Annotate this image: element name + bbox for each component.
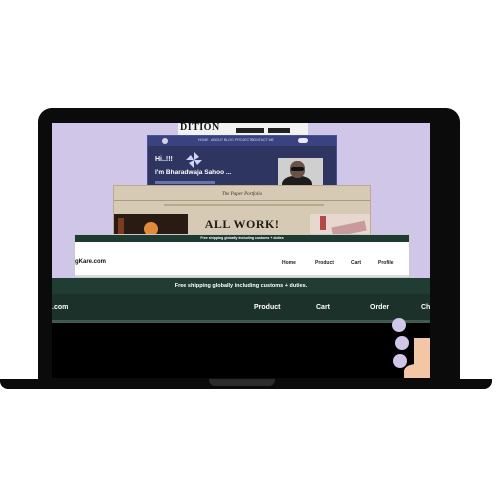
nav-home[interactable]: HOME [198,138,209,142]
nav-home[interactable]: Home [282,260,296,266]
divider [75,275,409,277]
nav-contact[interactable]: CONTACT ME [251,138,274,142]
nav-checkout[interactable]: Ch [421,304,430,311]
portfolio-edition-header: DITION [178,123,308,135]
laptop-notch [209,379,275,386]
header-bar [268,128,290,133]
nav-profile[interactable]: Profile [378,260,394,266]
decorative-shape [392,318,406,332]
nav-blog[interactable]: BLOG [224,138,234,142]
store-brand[interactable]: .com [52,304,68,311]
laptop-screen: DITION HOME ABOUT BLOG PROJECTS CONTACT … [52,123,430,378]
hero-area [52,323,430,378]
theme-toggle[interactable] [298,138,308,143]
shipping-banner: Free shipping globally including customs… [52,278,430,294]
divider [114,200,370,201]
paper-portfolio-title: The Paper Portfolio [221,192,263,197]
logo-icon[interactable] [162,138,168,144]
decorative-shape [404,364,430,378]
nav-cart[interactable]: Cart [351,260,361,266]
nav-order[interactable]: Order [370,304,389,311]
nav-product[interactable]: Product [254,304,280,311]
edition-heading: DITION [180,123,220,133]
greeting: Hi..!!! [155,156,173,163]
shipping-banner: Free shipping globally including customs… [75,235,409,242]
nav-about[interactable]: ABOUT [211,138,223,142]
pinwheel-icon [186,152,202,168]
decorative-shape [393,354,407,368]
owner-name: I'm Bharadwaja Sahoo ... [155,169,232,176]
laptop-mockup: DITION HOME ABOUT BLOG PROJECTS CONTACT … [0,0,500,500]
nav-product[interactable]: Product [315,260,334,266]
decorative-shape [395,336,409,350]
divider [164,204,324,206]
portfolio-nav: HOME ABOUT BLOG PROJECTS CONTACT ME [148,136,336,146]
store-brand[interactable]: gKare.com [75,259,106,265]
tagline-placeholder [155,181,215,184]
nav-cart[interactable]: Cart [316,304,330,311]
store-preview-large[interactable]: Free shipping globally including customs… [52,278,430,378]
store-preview-small[interactable]: Free shipping globally including customs… [74,234,410,278]
header-bar [236,128,264,133]
